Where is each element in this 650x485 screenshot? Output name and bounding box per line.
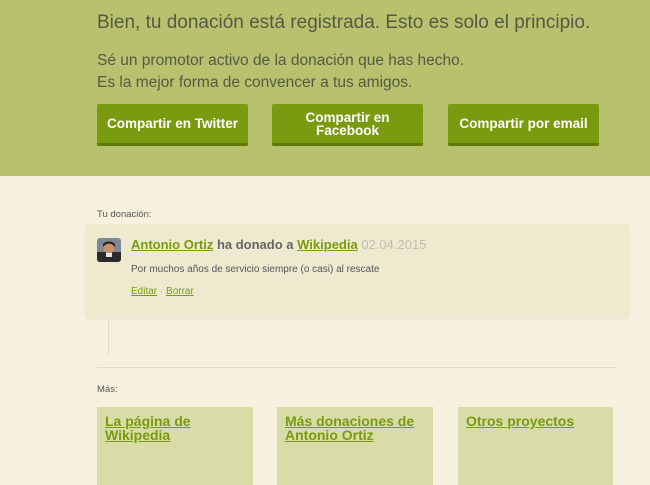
other-projects-card[interactable]: Otros proyectos <box>458 407 613 485</box>
donation-headline: Antonio Ortiz ha donado a Wikipedia 02.0… <box>131 237 426 252</box>
other-projects-link[interactable]: Otros proyectos <box>466 413 574 429</box>
more-donations-link[interactable]: Más donaciones de Antonio Ortiz <box>285 413 414 443</box>
edit-link[interactable]: Editar <box>131 286 157 297</box>
share-facebook-button[interactable]: Compartir en Facebook <box>272 104 423 146</box>
recipient-link[interactable]: Wikipedia <box>297 237 358 252</box>
donation-card: Antonio Ortiz ha donado a Wikipedia 02.0… <box>85 224 630 318</box>
more-section-label: Más: <box>97 384 118 395</box>
donation-message: Por muchos años de servicio siempre (o c… <box>131 264 380 275</box>
banner-title: Bien, tu donación está registrada. Esto … <box>97 12 591 33</box>
banner-text: Sé un promotor activo de la donación que… <box>97 50 464 94</box>
donation-verb: ha donado a <box>216 237 294 252</box>
banner-line-2: Es la mejor forma de convencer a tus ami… <box>97 74 413 91</box>
delete-link[interactable]: Borrar <box>166 286 194 297</box>
donation-section-label: Tu donación: <box>97 209 152 220</box>
donation-date: 02.04.2015 <box>361 237 427 252</box>
donor-link[interactable]: Antonio Ortiz <box>131 237 213 252</box>
more-donations-card[interactable]: Más donaciones de Antonio Ortiz <box>277 407 433 485</box>
banner-line-1: Sé un promotor activo de la donación que… <box>97 52 465 69</box>
share-banner: Bien, tu donación está registrada. Esto … <box>0 0 650 176</box>
avatar[interactable] <box>97 238 121 262</box>
timeline-divider <box>108 318 109 356</box>
donation-actions: Editar · Borrar <box>131 286 194 297</box>
share-twitter-button[interactable]: Compartir en Twitter <box>97 104 248 146</box>
wikipedia-page-link[interactable]: La página de Wikipedia <box>105 413 191 443</box>
section-divider <box>97 367 616 368</box>
actions-separator: · <box>159 286 164 297</box>
share-email-button[interactable]: Compartir por email <box>448 104 599 146</box>
wikipedia-page-card[interactable]: La página de Wikipedia <box>97 407 253 485</box>
